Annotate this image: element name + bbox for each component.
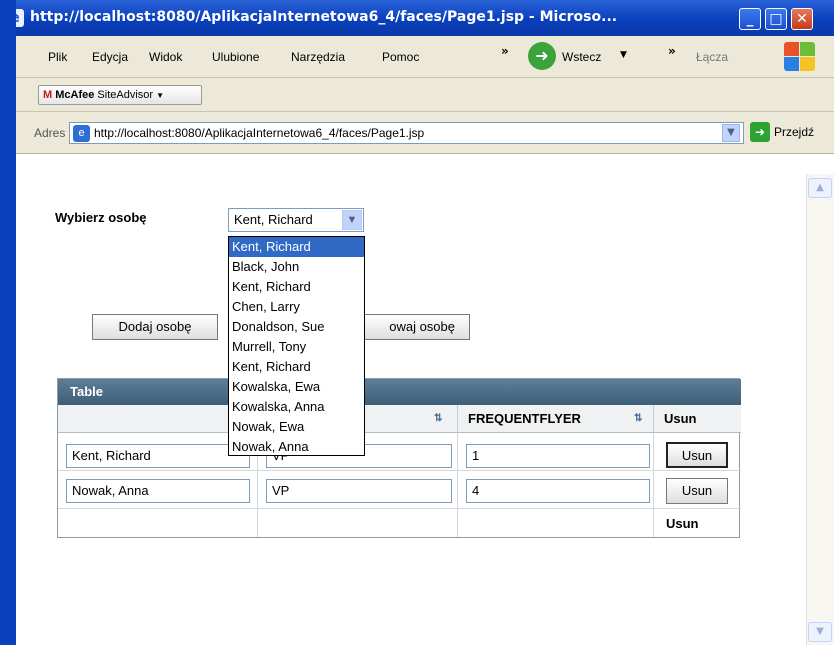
back-arrow-icon[interactable]: ➜ bbox=[528, 42, 556, 70]
sort-icon[interactable]: ⇅ bbox=[634, 405, 642, 433]
menu-item-pomoc[interactable]: Pomoc bbox=[382, 50, 419, 64]
name-input[interactable]: Nowak, Anna bbox=[66, 479, 250, 503]
vertical-scrollbar[interactable] bbox=[806, 174, 834, 645]
mcafee-product: SiteAdvisor bbox=[97, 89, 154, 101]
address-input[interactable]: e http://localhost:8080/AplikacjaInterne… bbox=[69, 122, 744, 144]
column-header-frequentflyer-label: FREQUENTFLYER bbox=[468, 411, 581, 426]
menu-item-edycja[interactable]: Edycja bbox=[92, 50, 128, 64]
windows-logo-icon bbox=[784, 42, 816, 72]
mcafee-siteadvisor-button[interactable]: M McAfee SiteAdvisor ▼ bbox=[38, 85, 202, 105]
dropdown-option[interactable]: Kowalska, Anna bbox=[229, 397, 364, 417]
maximize-icon: □ bbox=[769, 11, 783, 27]
links-label[interactable]: Łącza bbox=[696, 50, 728, 64]
name-input[interactable]: Kent, Richard bbox=[66, 444, 250, 468]
mcafee-brand: McAfee bbox=[55, 89, 95, 101]
sort-icon[interactable]: ⇅ bbox=[434, 405, 442, 433]
table-title: Table bbox=[58, 379, 741, 405]
table-cell bbox=[258, 509, 458, 537]
address-label: Adres bbox=[34, 126, 66, 140]
menu-item-plik[interactable]: Plik bbox=[48, 50, 67, 64]
mcafee-m-icon: M bbox=[43, 89, 53, 101]
frequentflyer-input[interactable]: 4 bbox=[466, 479, 650, 503]
table-cell bbox=[458, 509, 654, 537]
close-button[interactable]: ✕ bbox=[791, 8, 813, 30]
people-table: Table ⇅ FREQUENTFLYER ⇅ Usun Kent, Richa… bbox=[57, 378, 741, 538]
add-person-button[interactable]: Dodaj osobę bbox=[92, 314, 218, 340]
mcafee-toolbar: M McAfee SiteAdvisor ▼ bbox=[16, 78, 834, 112]
delete-button[interactable]: Usun bbox=[666, 478, 728, 504]
column-header-usun: Usun bbox=[654, 405, 741, 433]
chevron-down-icon: ▼ bbox=[156, 91, 165, 100]
address-url: http://localhost:8080/AplikacjaInterneto… bbox=[94, 126, 425, 140]
scroll-up-icon[interactable]: ▲ bbox=[808, 178, 832, 198]
dropdown-option[interactable]: Black, John bbox=[229, 257, 364, 277]
dropdown-option[interactable]: Kent, Richard bbox=[229, 277, 364, 297]
menu-item-narzedzia[interactable]: Narzędzia bbox=[291, 50, 345, 64]
scroll-down-icon[interactable]: ▼ bbox=[808, 622, 832, 642]
dropdown-option[interactable]: Chen, Larry bbox=[229, 297, 364, 317]
table-footer bbox=[58, 509, 258, 537]
minimize-icon: _ bbox=[746, 11, 754, 27]
choose-person-label: Wybierz osobę bbox=[55, 210, 147, 225]
dropdown-option[interactable]: Nowak, Anna bbox=[229, 437, 364, 455]
back-button[interactable]: Wstecz bbox=[562, 50, 601, 64]
dropdown-option[interactable]: Kent, Richard bbox=[229, 357, 364, 377]
go-button[interactable]: Przejdź bbox=[774, 125, 814, 139]
column-header-frequentflyer[interactable]: FREQUENTFLYER ⇅ bbox=[458, 405, 654, 433]
dropdown-option[interactable]: Nowak, Ewa bbox=[229, 417, 364, 437]
toolbar-overflow-chevron[interactable]: » bbox=[668, 44, 676, 58]
frequentflyer-input[interactable]: 1 bbox=[466, 444, 650, 468]
chevron-down-icon[interactable]: ▼ bbox=[342, 210, 362, 230]
back-dropdown-icon[interactable]: ▼ bbox=[620, 50, 627, 60]
address-bar: Adres e http://localhost:8080/AplikacjaI… bbox=[16, 112, 834, 154]
menu-bar: Plik Edycja Widok Ulubione Narzędzia Pom… bbox=[16, 36, 834, 78]
menu-item-widok[interactable]: Widok bbox=[149, 50, 182, 64]
title-input[interactable]: VP bbox=[266, 479, 452, 503]
window-title: http://localhost:8080/AplikacjaInterneto… bbox=[30, 9, 618, 25]
dropdown-option[interactable]: Kent, Richard bbox=[229, 237, 364, 257]
person-select-value: Kent, Richard bbox=[234, 212, 313, 227]
maximize-button[interactable]: □ bbox=[765, 8, 787, 30]
window-left-frame bbox=[0, 0, 16, 645]
page-icon: e bbox=[73, 125, 90, 142]
go-arrow-icon[interactable]: ➜ bbox=[750, 122, 770, 142]
address-dropdown-icon[interactable]: ▼ bbox=[722, 124, 740, 142]
menu-item-ulubione[interactable]: Ulubione bbox=[212, 50, 259, 64]
minimize-button[interactable]: _ bbox=[739, 8, 761, 30]
menu-overflow-chevron[interactable]: » bbox=[501, 44, 509, 58]
close-icon: ✕ bbox=[796, 11, 808, 27]
dropdown-option[interactable]: Donaldson, Sue bbox=[229, 317, 364, 337]
dropdown-option[interactable]: Kowalska, Ewa bbox=[229, 377, 364, 397]
title-bar: e http://localhost:8080/AplikacjaInterne… bbox=[0, 0, 834, 36]
person-select[interactable]: Kent, Richard ▼ bbox=[228, 208, 364, 232]
delete-button[interactable]: Usun bbox=[666, 442, 728, 468]
person-dropdown-list[interactable]: Kent, Richard Black, John Kent, Richard … bbox=[228, 236, 365, 456]
footer-usun-label: Usun bbox=[666, 516, 699, 531]
dropdown-option[interactable]: Murrell, Tony bbox=[229, 337, 364, 357]
edit-person-button[interactable]: owaj osobę bbox=[352, 314, 470, 340]
